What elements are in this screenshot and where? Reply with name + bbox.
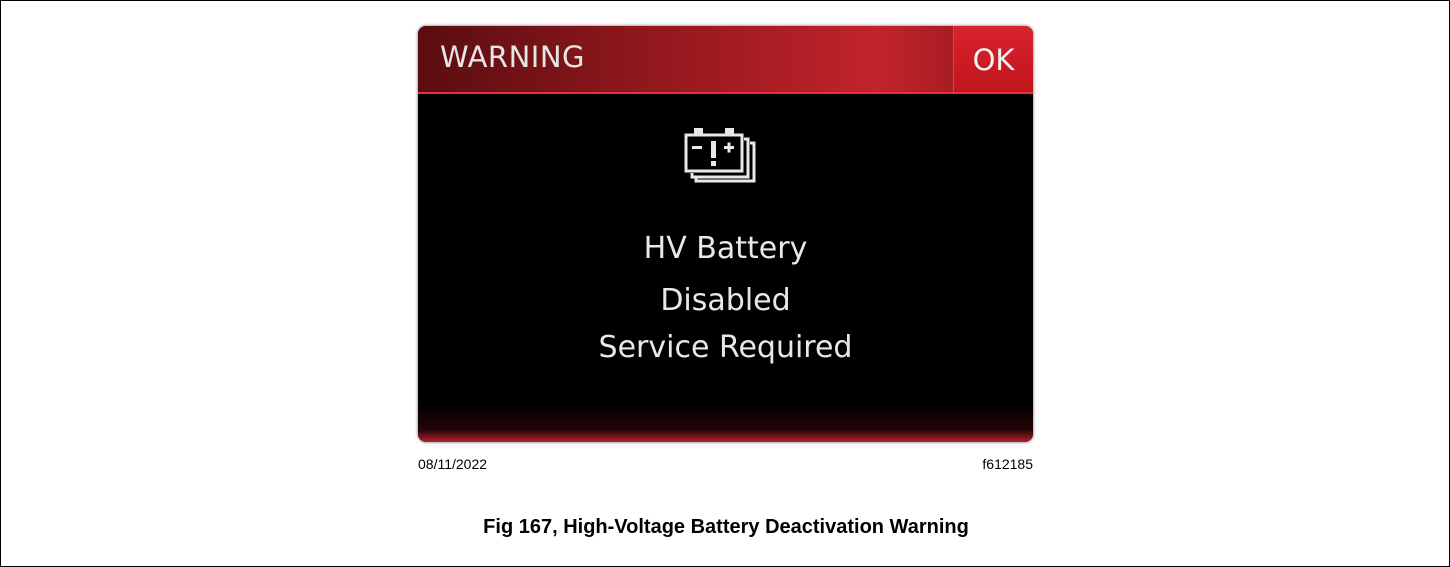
caption-date: 08/11/2022: [418, 456, 488, 472]
ok-button[interactable]: OK: [953, 26, 1033, 94]
screen-bottom-glow: [418, 402, 1033, 442]
message-line-3: Service Required: [598, 330, 853, 365]
warning-display: WARNING OK HV Battery Disabled Service R…: [418, 26, 1033, 442]
figure-caption: Fig 167, High-Voltage Battery Deactivati…: [483, 516, 969, 538]
message-line-2: Disabled: [660, 283, 791, 318]
caption-figure-id: f612185: [982, 456, 1033, 472]
message-line-1: HV Battery: [643, 231, 808, 266]
battery-warning-icon: [682, 123, 762, 187]
document-frame: WARNING OK HV Battery Disabled Service R…: [0, 0, 1450, 567]
warning-header: WARNING OK: [418, 26, 1033, 94]
warning-title: WARNING: [440, 40, 585, 74]
